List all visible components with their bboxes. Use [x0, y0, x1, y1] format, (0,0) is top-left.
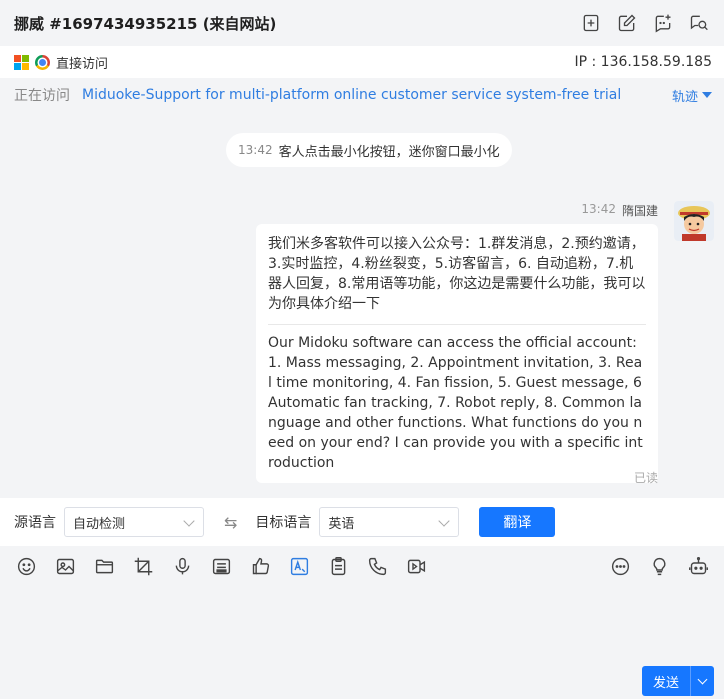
screenshot-icon[interactable] [131, 554, 155, 578]
visitor-ip: IP : 136.158.59.185 [574, 54, 712, 70]
message-meta: 13:42 隋国建 [581, 202, 658, 219]
access-type: 直接访问 [56, 56, 109, 72]
message-sender: 隋国建 [621, 204, 658, 218]
phone-icon[interactable] [365, 554, 389, 578]
target-language-value: 英语 [328, 516, 355, 532]
chevron-down-icon [438, 515, 451, 527]
send-options-button[interactable] [690, 666, 714, 696]
chrome-icon [35, 54, 50, 70]
track-label: 轨迹 [671, 89, 698, 105]
visitor-info: 直接访问 IP : 136.158.59.185 正在访问 Miduoke-Su… [0, 46, 724, 112]
edit-icon[interactable] [616, 12, 638, 34]
robot-icon[interactable] [686, 554, 710, 578]
visiting-page-link[interactable]: Miduoke-Support for multi-platform onlin… [82, 87, 621, 103]
track-dropdown[interactable]: 轨迹 [672, 86, 712, 105]
image-icon[interactable] [53, 554, 77, 578]
caret-down-icon [702, 92, 712, 98]
visitor-source-row: 直接访问 IP : 136.158.59.185 [0, 46, 724, 78]
message-time: 13:42 [581, 202, 616, 216]
header-actions [580, 12, 710, 34]
lightbulb-icon[interactable] [647, 554, 671, 578]
translate-icon[interactable] [287, 554, 311, 578]
source-language-select[interactable]: 自动检测 [64, 507, 204, 537]
chat-messages[interactable]: 13:42 客人点击最小化按钮，迷你窗口最小化 13:42 隋国建 我们米多客软… [0, 112, 724, 498]
visiting-row: 正在访问 Miduoke-Support for multi-platform … [0, 78, 724, 112]
quick-reply-icon[interactable] [209, 554, 233, 578]
source-language-value: 自动检测 [73, 516, 126, 532]
folder-icon[interactable] [92, 554, 116, 578]
search-chat-icon[interactable] [688, 12, 710, 34]
system-message-time: 13:42 [238, 143, 273, 157]
read-status: 已读 [633, 471, 658, 485]
message-text-chinese: 我们米多客软件可以接入公众号：1.群发消息，2.预约邀请，3.实时监控，4.粉丝… [268, 236, 646, 312]
system-message: 13:42 客人点击最小化按钮，迷你窗口最小化 [226, 133, 512, 167]
message-input[interactable] [14, 590, 710, 660]
chevron-down-icon [183, 515, 195, 527]
message-input-area: 发送 [0, 586, 724, 699]
video-call-icon[interactable] [404, 554, 428, 578]
translate-button[interactable]: 翻译 [479, 507, 556, 537]
agent-avatar[interactable] [674, 201, 714, 241]
clipboard-icon[interactable] [326, 554, 350, 578]
thumbs-up-icon[interactable] [248, 554, 272, 578]
chat-bubble-icon[interactable] [608, 554, 632, 578]
input-toolbar [0, 546, 724, 586]
send-button[interactable]: 发送 [642, 666, 690, 696]
chat-header: 挪威 #1697434935215 (来自网站) [0, 0, 724, 46]
target-language-label: 目标语言 [255, 515, 312, 531]
source-language-label: 源语言 [14, 515, 56, 531]
target-language-select[interactable]: 英语 [319, 507, 460, 537]
toolbar-right [593, 554, 710, 578]
message-bubble[interactable]: 我们米多客软件可以接入公众号：1.群发消息，2.预约邀请，3.实时监控，4.粉丝… [256, 224, 658, 483]
chevron-down-icon [697, 674, 708, 684]
emoji-icon[interactable] [14, 554, 38, 578]
add-note-icon[interactable] [580, 12, 602, 34]
chat-add-icon[interactable] [652, 12, 674, 34]
microphone-icon[interactable] [170, 554, 194, 578]
visiting-label: 正在访问 [14, 88, 70, 104]
windows-icon [14, 54, 29, 70]
message-text-english: Our Midoku software can access the offic… [268, 335, 643, 471]
system-message-text: 客人点击最小化按钮，迷你窗口最小化 [278, 144, 500, 160]
translation-bar: 源语言 自动检测 ⇆ 目标语言 英语 翻译 [0, 498, 724, 546]
translation-divider [268, 324, 646, 325]
send-button-group: 发送 [642, 666, 714, 696]
swap-languages-icon[interactable]: ⇆ [224, 513, 237, 532]
conversation-title: 挪威 #1697434935215 (来自网站) [14, 14, 277, 33]
